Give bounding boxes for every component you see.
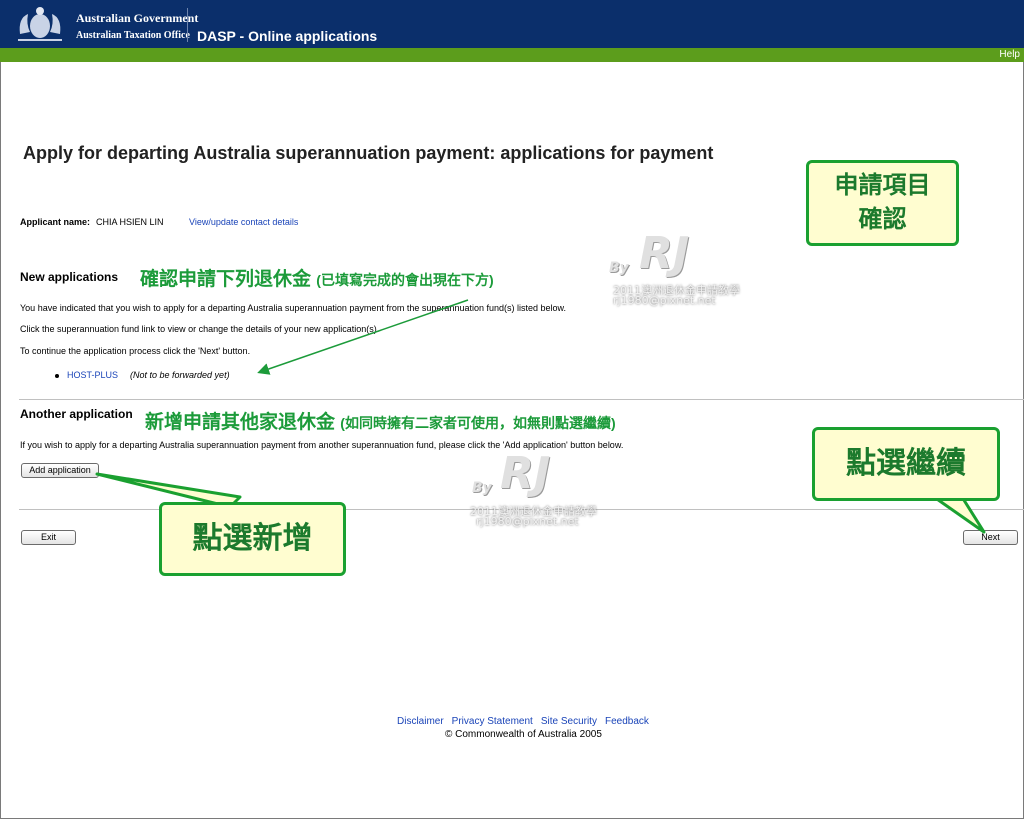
callout-add: 點選新增 [159, 502, 346, 576]
callout-confirm: 申請項目 確認 [806, 160, 959, 246]
annotation-confirm-list: 確認申請下列退休金 (已填寫完成的會出現在下方) [140, 264, 494, 291]
annotation-confirm-note: (已填寫完成的會出現在下方) [316, 272, 494, 288]
annotation-add-note: (如同時擁有二家者可使用，如無則點選繼續) [340, 415, 616, 431]
annotation-add-other: 新增申請其他家退休金 (如同時擁有二家者可使用，如無則點選繼續) [145, 407, 616, 434]
callout-tail-next [932, 495, 986, 534]
annotation-arrow [257, 299, 469, 375]
callout-confirm-line2: 確認 [858, 206, 907, 233]
annotation-add-main: 新增申請其他家退休金 [145, 412, 336, 433]
callout-confirm-line1: 申請項目 [834, 172, 931, 199]
callout-next: 點選繼續 [812, 427, 1000, 501]
annotation-confirm-main: 確認申請下列退休金 [140, 269, 312, 290]
